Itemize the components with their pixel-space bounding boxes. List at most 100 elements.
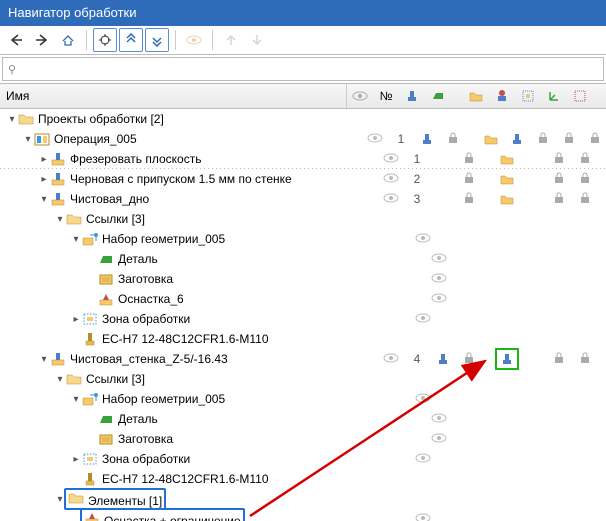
col-border-icon[interactable]	[567, 89, 593, 103]
col-wcs-icon[interactable]	[541, 89, 567, 103]
grid-cell[interactable]	[504, 132, 530, 146]
lock-icon[interactable]	[464, 172, 474, 187]
tree-item-label[interactable]: Чистовая_дно	[68, 192, 149, 206]
folder-cell-icon[interactable]	[500, 193, 514, 205]
grid-cell[interactable]	[546, 192, 572, 207]
grid-cell[interactable]	[456, 172, 482, 187]
lock-icon[interactable]	[580, 192, 590, 207]
grid-cell[interactable]	[378, 192, 404, 206]
eye-icon[interactable]	[383, 352, 399, 366]
grid-cell[interactable]: 3	[404, 192, 430, 206]
tree-item-label[interactable]: Заготовка	[116, 272, 173, 286]
grid-cell[interactable]: 1	[388, 132, 414, 146]
tree-item-label[interactable]: EC-H7 12-48C12CFR1.6-M110	[100, 332, 269, 346]
lock-icon[interactable]	[554, 152, 564, 167]
mill-cell-icon[interactable]	[510, 132, 524, 146]
grid-cell[interactable]	[478, 133, 504, 145]
lock-icon[interactable]	[448, 132, 458, 147]
tree-row[interactable]: ▾ Чистовая_дно 3	[0, 189, 606, 209]
grid-cell[interactable]	[410, 452, 436, 466]
tree-item-label[interactable]: Операция_005	[52, 132, 137, 146]
grid-cell[interactable]	[440, 132, 466, 147]
grid-cell[interactable]	[378, 172, 404, 186]
tree-item-label[interactable]: Ссылки [3]	[84, 212, 145, 226]
grid-cell[interactable]	[426, 252, 452, 266]
mill-cell-icon[interactable]	[420, 132, 434, 146]
expander-icon[interactable]: ▸	[38, 154, 50, 165]
tree-row[interactable]: Заготовка	[0, 429, 606, 449]
tree-item-label[interactable]: Заготовка	[116, 432, 173, 446]
expander-icon[interactable]: ▾	[38, 194, 50, 205]
grid-cell[interactable]	[414, 132, 440, 146]
tree-row[interactable]: ▾Ссылки [3]	[0, 209, 606, 229]
lock-icon[interactable]	[590, 132, 600, 147]
tree-row[interactable]: Оснастка + ограничение	[0, 509, 606, 521]
grid-cell[interactable]	[456, 152, 482, 167]
back-icon[interactable]	[4, 28, 28, 52]
lock-icon[interactable]	[464, 192, 474, 207]
grid-cell[interactable]	[582, 132, 606, 147]
expander-icon[interactable]: ▾	[70, 394, 82, 405]
eye-icon[interactable]	[431, 252, 447, 266]
grid-cell[interactable]	[410, 512, 436, 521]
grid-cell[interactable]	[546, 152, 572, 167]
grid-cell[interactable]	[494, 348, 520, 370]
tree-item-label[interactable]: EC-H7 12-48C12CFR1.6-M110	[100, 472, 269, 486]
visibility-icon[interactable]	[182, 28, 206, 52]
tree-row[interactable]: ▸Зона обработки	[0, 309, 606, 329]
eye-icon[interactable]	[431, 272, 447, 286]
grid-cell[interactable]	[546, 172, 572, 187]
tree-row[interactable]: ▾Набор геометрии_005	[0, 229, 606, 249]
eye-icon[interactable]	[367, 132, 383, 146]
grid-cell[interactable]	[426, 412, 452, 426]
grid-cell[interactable]	[556, 132, 582, 147]
lock-icon[interactable]	[580, 152, 590, 167]
grid-cell[interactable]	[598, 152, 606, 167]
grid-cell[interactable]	[572, 352, 598, 367]
tree-row[interactable]: ▾Ссылки [3]	[0, 369, 606, 389]
tree-row[interactable]: ▾Набор геометрии_005	[0, 389, 606, 409]
home-icon[interactable]	[56, 28, 80, 52]
folder-cell-icon[interactable]	[484, 133, 498, 145]
eye-icon[interactable]	[431, 412, 447, 426]
expander-icon[interactable]: ▾	[6, 114, 18, 125]
eye-icon[interactable]	[415, 512, 431, 521]
tree-row[interactable]: ▾Чистовая_стенка_Z-5/-16.434	[0, 349, 606, 369]
eye-icon[interactable]	[383, 152, 399, 166]
expand-up-icon[interactable]	[119, 28, 143, 52]
expander-icon[interactable]: ▾	[54, 374, 66, 385]
eye-icon[interactable]	[415, 232, 431, 246]
tree-item-label[interactable]: Зона обработки	[100, 452, 190, 466]
col-number[interactable]: №	[373, 89, 399, 103]
tree-row[interactable]: ▸Черновая с припуском 1.5 мм по стенке2	[0, 169, 606, 189]
lock-icon[interactable]	[580, 352, 590, 367]
tree-item-label[interactable]: Деталь	[116, 252, 158, 266]
grid-cell[interactable]	[494, 193, 520, 205]
lock-icon[interactable]	[564, 132, 574, 147]
tree-item-label[interactable]: Деталь	[116, 412, 158, 426]
tree-row[interactable]: ▸ Зона обработки	[0, 449, 606, 469]
grid-cell[interactable]	[530, 132, 556, 147]
eye-icon[interactable]	[415, 312, 431, 326]
eye-icon[interactable]	[415, 452, 431, 466]
expander-icon[interactable]: ▸	[38, 174, 50, 185]
grid-cell[interactable]	[456, 352, 482, 367]
tree-item-label[interactable]: Чистовая_стенка_Z-5/-16.43	[68, 352, 228, 366]
forward-icon[interactable]	[30, 28, 54, 52]
tree-item-label[interactable]: Оснастка_6	[116, 292, 184, 306]
mill-cell-icon[interactable]	[500, 352, 514, 366]
lock-icon[interactable]	[464, 152, 474, 167]
expander-icon[interactable]: ▸	[70, 454, 82, 465]
grid-cell[interactable]	[410, 232, 436, 246]
grid-cell[interactable]: 1	[404, 152, 430, 166]
tree-row[interactable]: ▾Элементы [1]	[0, 489, 606, 509]
grid-cell[interactable]	[572, 192, 598, 207]
tree-row[interactable]: Деталь	[0, 409, 606, 429]
name-column-header[interactable]: Имя	[0, 84, 347, 108]
folder-cell-icon[interactable]	[500, 153, 514, 165]
expander-icon[interactable]: ▸	[70, 314, 82, 325]
tree-item-label[interactable]: Оснастка + ограничение	[102, 514, 241, 521]
tree-row[interactable]: Оснастка_6	[0, 289, 606, 309]
expander-icon[interactable]: ▾	[38, 354, 50, 365]
grid-cell[interactable]	[426, 272, 452, 286]
